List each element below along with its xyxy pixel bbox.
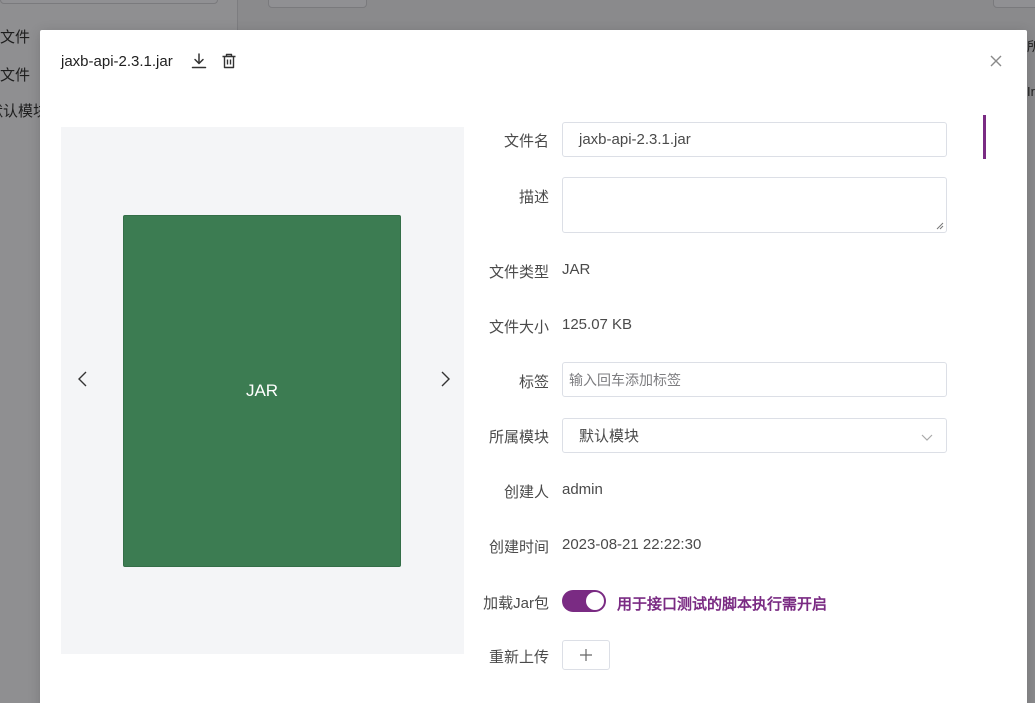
- load-jar-toggle[interactable]: [562, 590, 606, 612]
- file-preview-panel: JAR: [61, 127, 464, 654]
- creator-value: admin: [562, 481, 603, 498]
- file-size-value: 125.07 KB: [562, 316, 633, 333]
- created-time-value: 2023-08-21 22:22:30: [562, 536, 702, 553]
- created-time-label: 创建时间: [488, 539, 549, 556]
- file-name-input[interactable]: jaxb-api-2.3.1.jar: [562, 122, 947, 157]
- load-jar-hint: 用于接口测试的脚本执行需开启: [617, 596, 828, 613]
- file-detail-dialog: jaxb-api-2.3.1.jar JAR 文件名 jaxb-api-2.3.…: [40, 30, 1027, 703]
- file-size-label: 文件大小: [488, 319, 549, 336]
- background-button: [993, 0, 1035, 8]
- module-select[interactable]: 默认模块: [562, 418, 947, 453]
- file-type-card: JAR: [123, 215, 401, 567]
- file-type-card-label: JAR: [245, 381, 279, 400]
- plus-icon: [580, 649, 592, 661]
- file-type-label: 文件类型: [488, 264, 549, 281]
- tags-input-placeholder: 输入回车添加标签: [569, 371, 681, 388]
- background-sidebar-item: 文件: [0, 29, 31, 46]
- file-type-value: JAR: [562, 261, 591, 278]
- module-label: 所属模块: [488, 429, 549, 446]
- resize-grip-icon[interactable]: [936, 222, 944, 230]
- description-textarea[interactable]: [562, 177, 947, 233]
- module-select-value: 默认模块: [579, 428, 640, 445]
- reupload-label: 重新上传: [488, 649, 549, 666]
- creator-label: 创建人: [503, 484, 549, 501]
- description-label: 描述: [518, 189, 549, 206]
- tags-input[interactable]: 输入回车添加标签: [562, 362, 947, 397]
- dialog-title: jaxb-api-2.3.1.jar: [61, 53, 173, 70]
- download-icon[interactable]: [189, 51, 209, 71]
- file-name-input-value: jaxb-api-2.3.1.jar: [579, 131, 691, 148]
- background-right-text: Ir: [1027, 84, 1035, 99]
- load-jar-label: 加载Jar包: [483, 595, 549, 612]
- chevron-left-icon[interactable]: [73, 369, 93, 389]
- tags-label: 标签: [518, 374, 549, 391]
- file-name-label: 文件名: [503, 133, 549, 150]
- scroll-indicator: [983, 115, 986, 159]
- toggle-knob: [586, 592, 604, 610]
- reupload-button[interactable]: [562, 640, 610, 670]
- background-search-box: [0, 0, 218, 4]
- background-right-text: 所: [1027, 39, 1035, 54]
- close-icon[interactable]: [987, 52, 1005, 70]
- chevron-down-icon: [921, 434, 933, 441]
- background-sidebar-item: 文件: [0, 67, 31, 84]
- background-button: [268, 0, 367, 8]
- trash-icon[interactable]: [219, 51, 239, 71]
